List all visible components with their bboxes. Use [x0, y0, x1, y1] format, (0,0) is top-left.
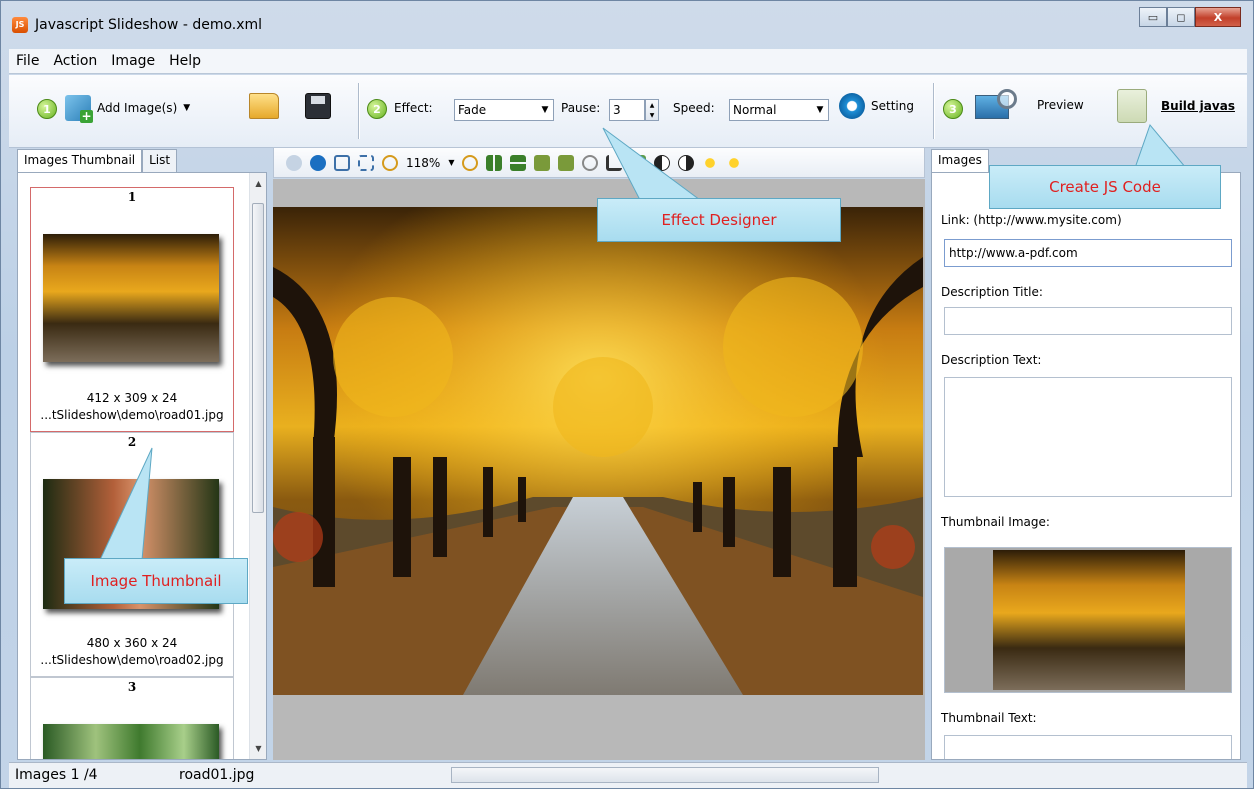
- create-js-callout: Create JS Code: [989, 165, 1221, 209]
- effect-designer-callout: Effect Designer: [597, 198, 841, 242]
- image-thumbnail-callout: Image Thumbnail: [64, 558, 248, 604]
- callout-pointers: [99, 124, 1188, 561]
